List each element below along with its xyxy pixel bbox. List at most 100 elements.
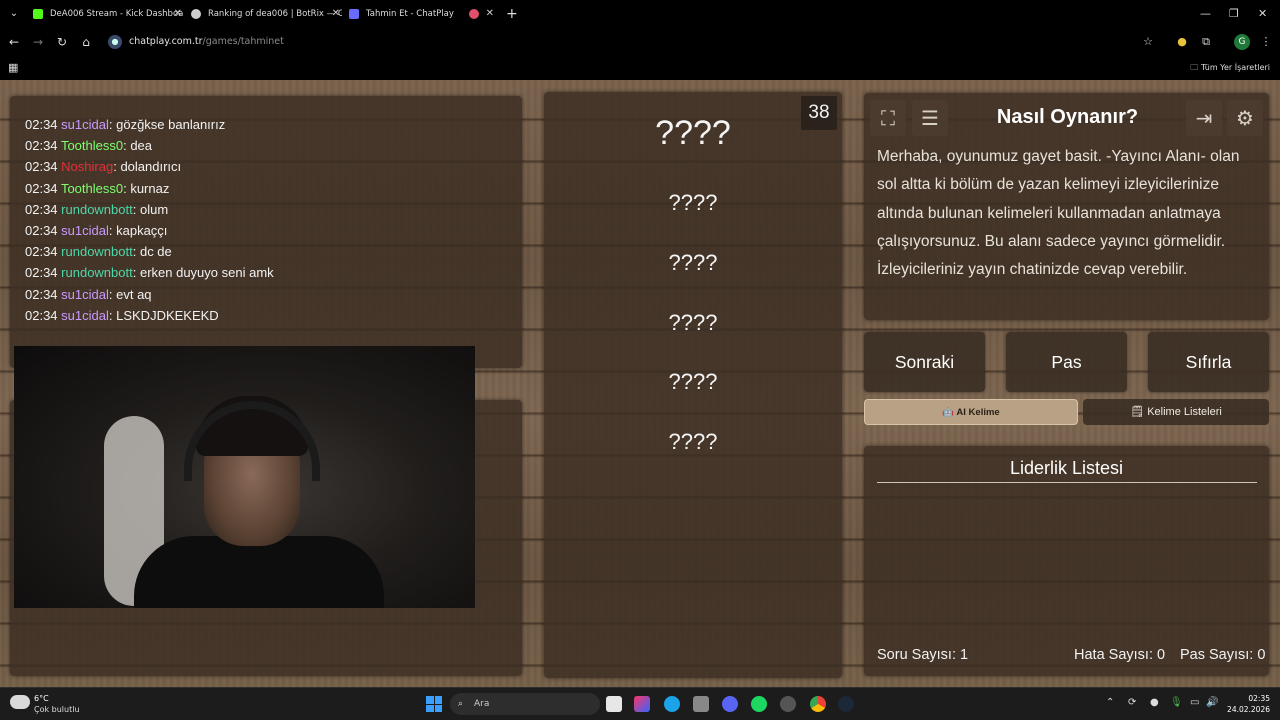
fullscreen-icon[interactable]: ⛶ bbox=[870, 100, 906, 136]
tab-recording[interactable]: ✕ bbox=[466, 4, 496, 24]
home-icon[interactable]: ⌂ bbox=[78, 34, 94, 50]
list-icon: 🗒 bbox=[1130, 406, 1148, 418]
chat-text: dc de bbox=[139, 244, 172, 260]
chat-text: dea bbox=[130, 138, 153, 154]
task-view-icon[interactable] bbox=[606, 696, 622, 712]
tray-sync-icon[interactable]: ⟳ bbox=[1128, 697, 1136, 708]
chat-text: kurnaz bbox=[130, 180, 170, 196]
tab-search-icon[interactable]: ⌄ bbox=[6, 6, 22, 22]
chat-time: 02:34 bbox=[25, 307, 58, 323]
new-tab-button[interactable]: + bbox=[506, 4, 518, 24]
copilot-icon[interactable] bbox=[634, 696, 650, 712]
edge-icon[interactable] bbox=[664, 696, 680, 712]
chat-username[interactable]: rundownbott bbox=[61, 202, 133, 217]
question-count: Soru Sayısı: 1 bbox=[877, 647, 969, 663]
reload-icon[interactable]: ↻ bbox=[54, 34, 70, 50]
tab-word-lists[interactable]: 🗒 Kelime Listeleri bbox=[1083, 399, 1269, 425]
tab-kick-dashboard[interactable]: DeA006 Stream - Kick Dashboard ✕ bbox=[30, 4, 184, 24]
close-icon[interactable]: ✕ bbox=[486, 4, 494, 24]
store-icon[interactable] bbox=[693, 696, 709, 712]
close-icon[interactable]: ✕ bbox=[174, 4, 182, 24]
apps-grid-icon[interactable]: ▦ bbox=[8, 61, 18, 74]
chat-username[interactable]: su1cidal bbox=[61, 287, 109, 302]
headset-shape bbox=[184, 401, 320, 481]
pass-count: Pas Sayısı: 0 bbox=[1180, 647, 1266, 663]
chat-username[interactable]: Noshirag bbox=[61, 159, 113, 174]
menu-kebab-icon[interactable]: ⋮ bbox=[1258, 34, 1274, 50]
divider bbox=[877, 482, 1257, 483]
all-bookmarks[interactable]: 🗀 Tüm Yer İşaretleri bbox=[1190, 61, 1270, 75]
back-icon[interactable]: ← bbox=[6, 34, 22, 50]
person-body-shape bbox=[134, 536, 384, 608]
chat-username[interactable]: rundownbott bbox=[61, 244, 133, 259]
extension-icon[interactable]: ● bbox=[1174, 34, 1190, 50]
spotify-icon[interactable] bbox=[751, 696, 767, 712]
app-icon[interactable] bbox=[780, 696, 796, 712]
tab-ai-word[interactable]: 🤖 AI Kelime bbox=[864, 399, 1078, 425]
address-bar-row: ← → ↻ ⌂ ● chatplay.com.tr/games/tahminet… bbox=[0, 28, 1280, 56]
taskbar-search[interactable]: ⌕ Ara bbox=[450, 693, 600, 715]
chat-text: LSKDJDKEKEKD bbox=[116, 307, 219, 323]
restore-icon[interactable]: ❐ bbox=[1229, 4, 1239, 24]
chat-username[interactable]: Toothless0 bbox=[61, 181, 123, 196]
volume-icon[interactable]: 🔊 bbox=[1206, 697, 1218, 708]
chat-text: evt aq bbox=[116, 286, 152, 302]
url-field[interactable]: ● chatplay.com.tr/games/tahminet bbox=[104, 31, 1164, 53]
site-info-icon[interactable]: ● bbox=[108, 35, 122, 49]
chat-time: 02:34 bbox=[25, 244, 58, 260]
discord-icon[interactable] bbox=[722, 696, 738, 712]
chat-message: 02:34 su1cidal: kapkaççı bbox=[25, 223, 168, 238]
pass-button[interactable]: Pas bbox=[1006, 332, 1127, 392]
close-icon[interactable]: ✕ bbox=[332, 4, 340, 24]
chat-message: 02:34 Toothless0: kurnaz bbox=[25, 180, 170, 196]
forbidden-word: ???? bbox=[668, 429, 718, 454]
profile-avatar[interactable]: G bbox=[1234, 34, 1250, 50]
chat-username[interactable]: Toothless0 bbox=[61, 138, 123, 153]
reset-button[interactable]: Sıfırla bbox=[1148, 332, 1269, 392]
leaderboard-title: Liderlik Listesi bbox=[1009, 458, 1124, 478]
chat-time: 02:34 bbox=[25, 159, 58, 175]
record-icon bbox=[469, 9, 479, 19]
forward-icon[interactable]: → bbox=[30, 34, 46, 50]
botrix-icon bbox=[191, 9, 201, 19]
tab-strip: ⌄ DeA006 Stream - Kick Dashboard ✕ Ranki… bbox=[0, 0, 1280, 28]
error-count: Hata Sayısı: 0 bbox=[1074, 647, 1166, 663]
chat-username[interactable]: su1cidal bbox=[61, 117, 109, 132]
tab-botrix-ranking[interactable]: Ranking of dea006 | BotRix — G ✕ bbox=[188, 4, 342, 24]
forbidden-word: ???? bbox=[668, 190, 718, 215]
logout-icon[interactable]: ⇥ bbox=[1186, 100, 1222, 136]
howto-title: Nasıl Oynanır? bbox=[996, 106, 1139, 128]
chatplay-icon bbox=[349, 9, 359, 19]
chat-text: kapkaççı bbox=[116, 223, 168, 238]
taskbar: 6°C Çok bulutlu ⌕ Ara ⌃ ⟳ ● 🎙 ▭ 🔊 02:35 … bbox=[0, 687, 1280, 720]
tab-title: Ranking of dea006 | BotRix — G bbox=[208, 9, 342, 19]
chat-message: 02:34 rundownbott: erken duyuyo seni amk bbox=[25, 265, 274, 281]
extensions-puzzle-icon[interactable]: ⧉ bbox=[1198, 34, 1214, 50]
chat-message: 02:34 Noshirag: dolandırıcı bbox=[25, 159, 182, 175]
clock[interactable]: 02:35 24.02.2026 bbox=[1227, 693, 1270, 715]
chat-time: 02:34 bbox=[25, 286, 58, 302]
weather-temp: 6°C bbox=[34, 694, 49, 703]
robot-icon: 🤖 bbox=[942, 407, 957, 418]
microphone-icon[interactable]: 🎙 bbox=[1170, 697, 1183, 708]
chat-time: 02:34 bbox=[25, 138, 58, 154]
chat-message: 02:34 su1cidal: gözğkse banlanırız bbox=[25, 117, 226, 132]
chrome-icon[interactable] bbox=[810, 696, 826, 712]
tray-chevron-icon[interactable]: ⌃ bbox=[1106, 697, 1114, 708]
tray-app-icon[interactable]: ● bbox=[1150, 697, 1159, 708]
minimize-icon[interactable]: — bbox=[1200, 4, 1211, 24]
network-icon[interactable]: ▭ bbox=[1190, 697, 1199, 708]
steam-icon[interactable] bbox=[838, 696, 854, 712]
document-icon[interactable]: ☰ bbox=[912, 100, 948, 136]
next-button[interactable]: Sonraki bbox=[864, 332, 985, 392]
chat-username[interactable]: su1cidal bbox=[61, 308, 109, 323]
forbidden-word: ???? bbox=[668, 369, 718, 394]
gear-icon[interactable]: ⚙ bbox=[1227, 100, 1263, 136]
chat-username[interactable]: su1cidal bbox=[61, 223, 109, 238]
bookmark-star-icon[interactable]: ☆ bbox=[1140, 34, 1156, 50]
kick-icon bbox=[33, 9, 43, 19]
start-button[interactable] bbox=[426, 696, 442, 712]
chat-username[interactable]: rundownbott bbox=[61, 265, 133, 280]
close-window-icon[interactable]: ✕ bbox=[1258, 4, 1267, 24]
chat-message: 02:34 su1cidal: LSKDJDKEKEKD bbox=[25, 307, 219, 323]
